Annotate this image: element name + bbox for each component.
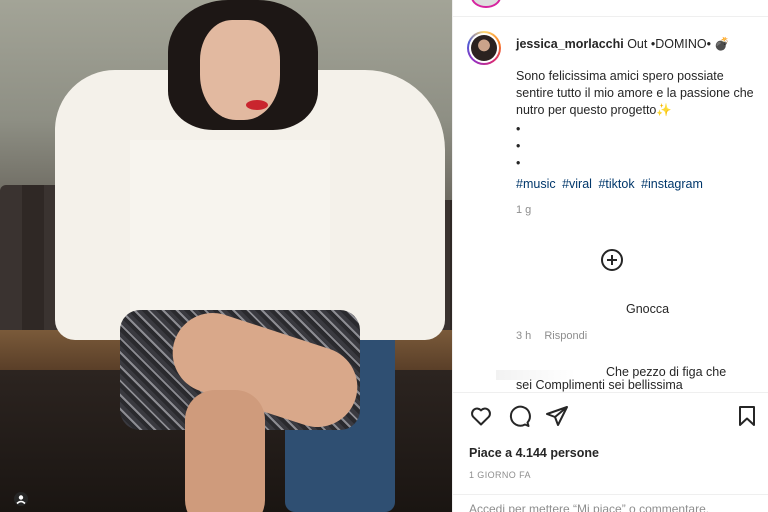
author-username[interactable]: jessica_morlacchi xyxy=(516,37,624,51)
likes-count[interactable]: Piace a 4.144 persone xyxy=(469,446,599,460)
share-icon[interactable] xyxy=(545,404,569,428)
hashtag-link[interactable]: #instagram xyxy=(641,177,703,191)
caption-title: Out •DOMINO• 💣 xyxy=(627,37,730,51)
user-tag-icon[interactable] xyxy=(14,492,28,506)
comment-icon[interactable] xyxy=(507,404,531,428)
caption-dot: • xyxy=(516,139,521,153)
post-side-panel: jessica_morlacchi Out •DOMINO• 💣 Sono fe… xyxy=(452,0,768,512)
post-photo[interactable] xyxy=(0,0,452,512)
post-caption: jessica_morlacchi Out •DOMINO• 💣 Sono fe… xyxy=(516,36,756,219)
divider xyxy=(453,16,768,17)
hashtag-link[interactable]: #tiktok xyxy=(598,177,634,191)
header-avatar[interactable] xyxy=(471,0,501,8)
comment-text: Gnocca xyxy=(626,302,670,316)
caption-text: Sono felicissima amici spero possiate se… xyxy=(516,69,754,117)
heart-icon[interactable] xyxy=(469,404,493,428)
login-prompt[interactable]: Accedi per mettere “Mi piace” o commenta… xyxy=(469,502,768,512)
caption-age[interactable]: 1 g xyxy=(516,202,756,219)
comment-item: Gnocca 3 h Rispondi xyxy=(516,302,756,342)
comment-age[interactable]: 3 h xyxy=(516,330,531,342)
hashtag-link[interactable]: #viral xyxy=(562,177,592,191)
photo-face xyxy=(200,20,280,120)
comment-text-line2: sei Complimenti sei bellissima xyxy=(516,378,683,392)
hashtags: #music #viral #tiktok #instagram xyxy=(516,176,756,193)
photo-lips xyxy=(246,100,268,110)
action-bar xyxy=(467,404,757,432)
caption-dot: • xyxy=(516,122,521,136)
reply-button[interactable]: Rispondi xyxy=(544,330,587,342)
caption-dot: • xyxy=(516,156,521,170)
hashtag-link[interactable]: #music xyxy=(516,177,556,191)
load-more-comments-button[interactable] xyxy=(601,249,623,271)
caption-dots: • • • xyxy=(516,121,756,172)
author-avatar[interactable] xyxy=(467,31,501,65)
divider xyxy=(453,494,768,495)
bookmark-icon[interactable] xyxy=(735,404,759,428)
photo-leg xyxy=(185,390,265,512)
post-time[interactable]: 1 GIORNO FA xyxy=(469,470,531,480)
divider xyxy=(453,392,768,393)
